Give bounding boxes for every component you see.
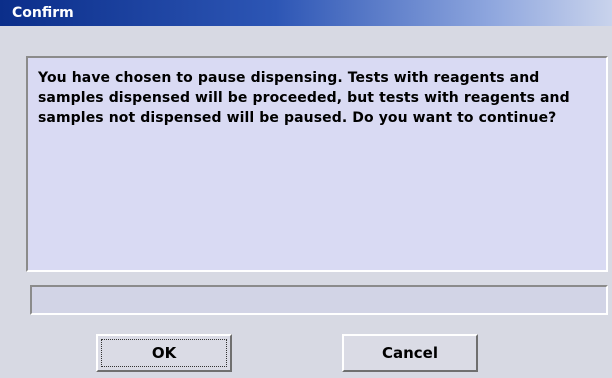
confirmation-message: You have chosen to pause dispensing. Tes… [38, 70, 570, 126]
status-field [30, 285, 608, 315]
message-panel: You have chosen to pause dispensing. Tes… [26, 56, 608, 272]
cancel-button[interactable]: Cancel [342, 334, 478, 372]
ok-button[interactable]: OK [96, 334, 232, 372]
window-title: Confirm [12, 5, 74, 21]
title-bar[interactable]: Confirm [0, 0, 612, 26]
confirm-dialog: Confirm You have chosen to pause dispens… [0, 0, 612, 378]
